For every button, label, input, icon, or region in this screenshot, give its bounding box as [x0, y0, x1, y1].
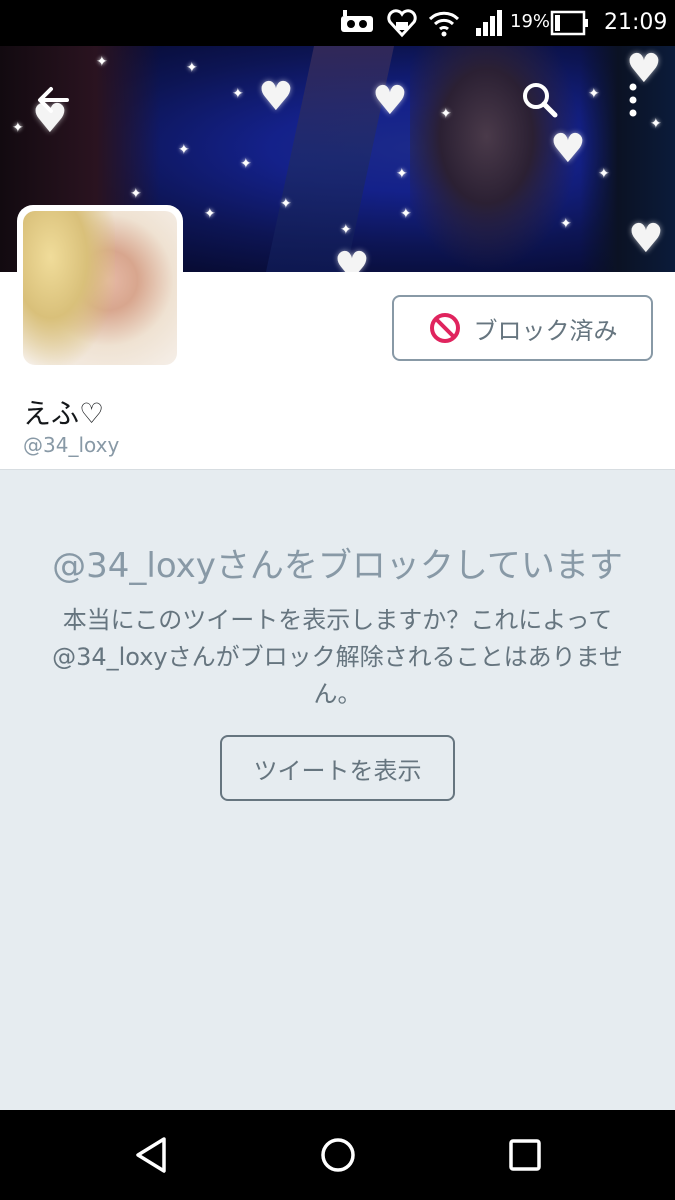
- battery-icon: [550, 10, 588, 36]
- avatar[interactable]: [17, 205, 183, 371]
- blocked-button-label: ブロック済み: [473, 316, 618, 345]
- battery-percent: 19%: [510, 11, 551, 32]
- user-handle: @34_loxy: [23, 433, 120, 457]
- back-triangle-icon[interactable]: [126, 1130, 176, 1180]
- blocked-icon: [429, 313, 460, 343]
- blocked-button[interactable]: ブロック済み: [392, 295, 653, 361]
- recents-square-icon[interactable]: [500, 1130, 550, 1180]
- heart-app-icon: [387, 9, 417, 38]
- wifi-icon: [428, 11, 460, 37]
- show-tweets-button[interactable]: ツイートを表示: [220, 735, 455, 801]
- display-name: えふ♡: [23, 397, 105, 430]
- back-arrow-icon[interactable]: [31, 78, 75, 122]
- more-vert-icon[interactable]: [611, 78, 655, 122]
- status-bar: 19% 21:09: [0, 0, 675, 46]
- show-tweets-button-label: ツイートを表示: [253, 756, 422, 785]
- vr-icon: [341, 10, 373, 32]
- signal-icon: [476, 10, 502, 36]
- search-icon[interactable]: [518, 78, 562, 122]
- home-circle-icon[interactable]: [313, 1130, 363, 1180]
- blocked-notice-body: 本当にこのツイートを表示しますか？これによって@34_loxyさんがブロック解除…: [52, 606, 623, 708]
- clock: 21:09: [604, 10, 668, 35]
- blocked-notice-title: @34_loxyさんをブロックしています: [52, 546, 623, 586]
